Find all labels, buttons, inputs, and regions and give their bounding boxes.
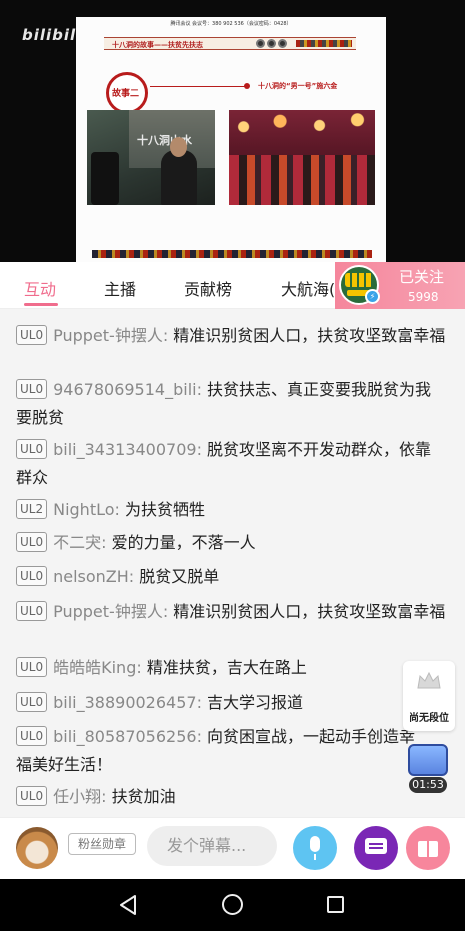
danmaku-input[interactable]: 发个弹幕... [147, 826, 277, 866]
chat-username[interactable]: NightLo: [53, 500, 120, 519]
chat-message: UL0 Puppet-钟摆人: 精准识别贫困人口，扶贫攻坚致富幸福 [16, 598, 446, 626]
level-badge: UL0 [16, 379, 48, 399]
recent-apps-icon[interactable] [327, 896, 344, 913]
chat-username[interactable]: bili_38890026457: [53, 693, 202, 712]
level-badge: UL0 [16, 566, 48, 586]
slide-bottom-pattern [92, 250, 372, 258]
level-badge: UL0 [16, 532, 48, 552]
level-badge: UL0 [16, 439, 48, 459]
camera-shape [91, 152, 119, 205]
chat-icon[interactable] [354, 826, 398, 870]
input-bar: 粉丝勋章 发个弹幕... [0, 817, 465, 879]
chat-message: UL0 bili_80587056256: 向贫困宣战，一起动手创造幸福美好生活！ [16, 723, 416, 779]
chat-username[interactable]: bili_34313400709: [53, 440, 202, 459]
treasure-timer: 01:53 [409, 777, 447, 793]
chat-message: UL2 NightLo: 为扶贫牺牲 [16, 496, 446, 524]
active-tab-indicator [24, 303, 58, 306]
chat-text: 扶贫加油 [106, 787, 176, 806]
gift-icon[interactable] [406, 826, 450, 870]
chat-message: UL0 bili_34313400709: 脱贫攻坚离不开发动群众，依靠群众 [16, 436, 446, 492]
photo-interview: 十八洞山水 [87, 110, 215, 205]
chat-text: 脱贫又脱单 [134, 567, 220, 586]
bolt-icon: ⚡ [365, 289, 380, 304]
chat-message: UL0 94678069514_bili: 扶贫扶志、真正变要我脱贫为我要脱贫 [16, 376, 446, 432]
crown-icon [417, 671, 441, 689]
chat-username[interactable]: bili_80587056256: [53, 727, 202, 746]
divider-line [150, 86, 246, 87]
chat-username[interactable]: 不二宊: [53, 533, 106, 552]
slide-subtitle: 十八洞的“男一号”施六金 [258, 82, 338, 90]
presentation-slide: 腾讯会议 会议号：380 902 536（会议密码：0428） 十八洞的故事——… [76, 17, 386, 262]
chat-text: 精准识别贫困人口，扶贫攻坚致富幸福 [168, 326, 446, 345]
video-player[interactable]: bilibili直播 腾讯会议 会议号：380 902 536（会议密码：042… [0, 0, 465, 262]
person-shape [161, 150, 197, 205]
chat-message: UL0 任小翔: 扶贫加油 [16, 783, 446, 811]
chat-message: UL0 不二宊: 爱的力量，不落一人 [16, 529, 446, 557]
decorative-pattern [296, 40, 352, 47]
chat-text: 爱的力量，不落一人 [106, 533, 256, 552]
treasure-box[interactable]: 01:53 [405, 744, 451, 794]
level-badge: UL0 [16, 601, 48, 621]
follow-button[interactable]: ⚡ 已关注 5998 [335, 262, 465, 309]
chat-message: UL0 Puppet-钟摆人: 精准识别贫困人口，扶贫攻坚致富幸福 [16, 322, 446, 350]
back-icon[interactable] [116, 893, 140, 917]
rank-widget[interactable]: 尚无段位 [403, 661, 455, 731]
system-nav-bar [0, 879, 465, 931]
divider-dot [244, 83, 250, 89]
chat-text: 吉大学习报道 [201, 693, 304, 712]
follower-count: 5998 [408, 290, 439, 304]
chat-username[interactable]: nelsonZH: [53, 567, 134, 586]
chat-text: 为扶贫牺牲 [119, 500, 205, 519]
level-badge: UL2 [16, 499, 48, 519]
chat-username[interactable]: 94678069514_bili: [53, 380, 202, 399]
decorative-dots [256, 39, 287, 48]
chat-username[interactable]: 任小翔: [53, 787, 106, 806]
meeting-info: 腾讯会议 会议号：380 902 536（会议密码：0428） [170, 21, 292, 27]
level-badge: UL0 [16, 325, 48, 345]
level-badge: UL0 [16, 657, 48, 677]
tab-streamer[interactable]: 主播 [104, 276, 136, 300]
chat-message: UL0 皓皓皓King: 精准扶贫，吉大在路上 [16, 654, 446, 682]
tab-guard[interactable]: 大航海( [281, 276, 335, 300]
photo-celebration [229, 110, 375, 205]
person-head [170, 137, 187, 157]
chat-username[interactable]: 皓皓皓King: [53, 658, 142, 677]
treasure-box-icon [408, 744, 448, 776]
tab-interaction[interactable]: 互动 [24, 276, 56, 300]
user-avatar[interactable] [16, 827, 58, 869]
level-badge: UL0 [16, 786, 48, 806]
level-badge: UL0 [16, 692, 48, 712]
slide-title: 十八洞的故事——扶贫先扶志 [112, 41, 203, 49]
chat-username[interactable]: Puppet-钟摆人: [53, 602, 168, 621]
chat-message: UL0 nelsonZH: 脱贫又脱单 [16, 563, 446, 591]
slide-title-band: 十八洞的故事——扶贫先扶志 [104, 37, 356, 50]
level-badge: UL0 [16, 726, 48, 746]
follow-label: 已关注 [399, 268, 445, 286]
chat-message: UL0 bili_38890026457: 吉大学习报道 [16, 689, 446, 717]
home-icon[interactable] [222, 894, 243, 915]
story-badge: 故事二 [106, 72, 148, 114]
microphone-icon[interactable] [293, 826, 337, 870]
chat-list[interactable]: UL0 Puppet-钟摆人: 精准识别贫困人口，扶贫攻坚致富幸福 UL0 9467… [0, 309, 465, 817]
rank-label: 尚无段位 [409, 713, 449, 724]
chat-text: 精准扶贫，吉大在路上 [141, 658, 307, 677]
chat-text: 精准识别贫困人口，扶贫攻坚致富幸福 [168, 602, 446, 621]
fan-medal-button[interactable]: 粉丝勋章 [68, 833, 136, 855]
chat-username[interactable]: Puppet-钟摆人: [53, 326, 168, 345]
tab-contribution-rank[interactable]: 贡献榜 [184, 276, 232, 300]
